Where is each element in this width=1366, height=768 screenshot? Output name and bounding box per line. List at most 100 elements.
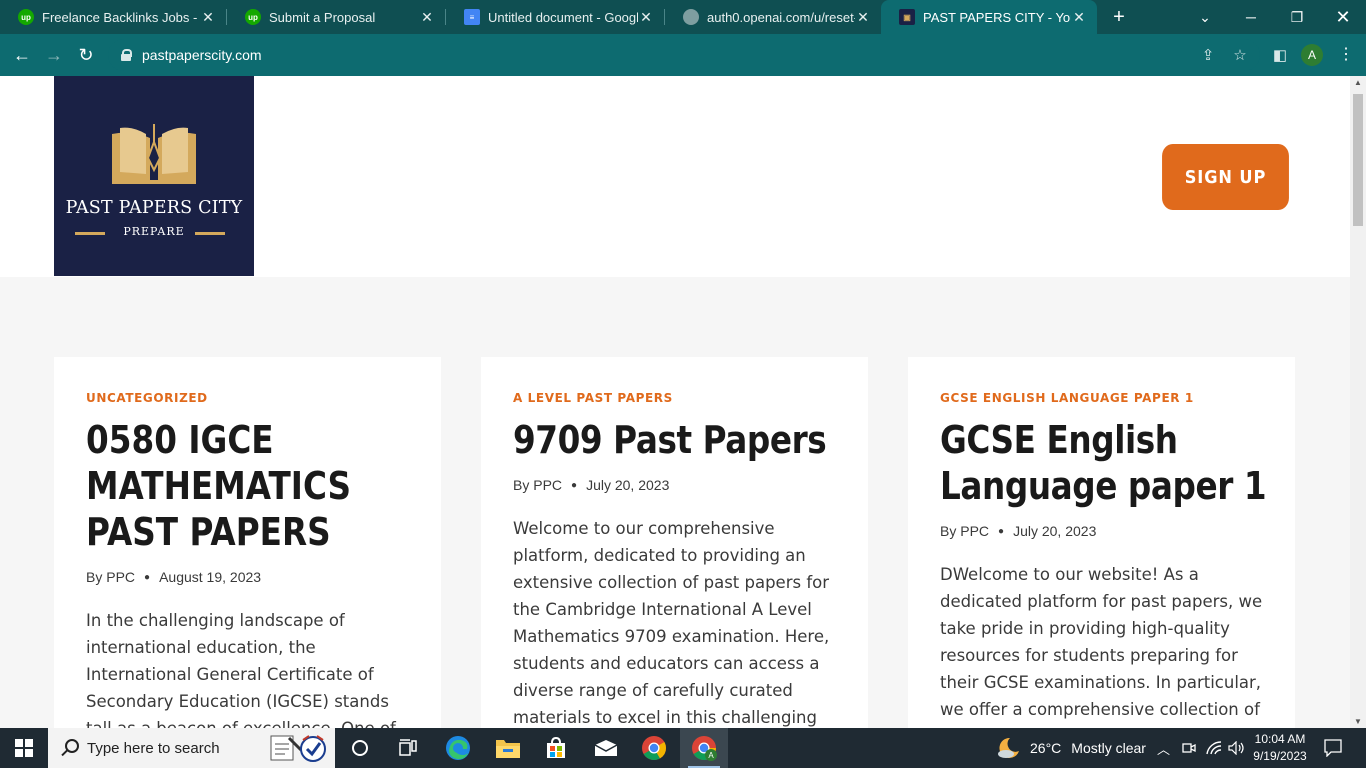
close-icon[interactable]: ✕ bbox=[200, 9, 216, 26]
edge-icon[interactable] bbox=[434, 728, 482, 768]
search-icon bbox=[60, 739, 79, 757]
clock-date: 9/19/2023 bbox=[1253, 749, 1307, 763]
post-title-link[interactable]: GCSE English Language paper 1 bbox=[940, 417, 1284, 509]
windows-taskbar: Type here to search A 26°C Mostly clear … bbox=[0, 728, 1366, 768]
tab-submit-proposal[interactable]: up Submit a Proposal ✕ bbox=[227, 0, 445, 34]
page-scrollbar[interactable]: ▲ ▼ bbox=[1350, 76, 1366, 728]
url-text[interactable]: pastpaperscity.com bbox=[142, 47, 262, 63]
tab-title: auth0.openai.com/u/reset-p bbox=[707, 9, 855, 25]
svg-text:A: A bbox=[708, 751, 714, 760]
upwork-icon: up bbox=[18, 9, 34, 25]
new-tab-button[interactable]: + bbox=[1108, 6, 1130, 28]
back-button[interactable]: ← bbox=[9, 42, 35, 68]
show-hidden-icons-icon[interactable]: ︿ bbox=[1157, 728, 1170, 768]
logo-brand-text: PAST PAPERS CITY bbox=[65, 198, 243, 218]
cortana-icon[interactable] bbox=[336, 728, 384, 768]
post-excerpt: DWelcome to our website! As a dedicated … bbox=[940, 565, 1263, 719]
bookmark-star-icon[interactable]: ☆ bbox=[1230, 45, 1250, 65]
share-icon[interactable]: ⇪ bbox=[1198, 45, 1218, 65]
meta-separator: ● bbox=[998, 525, 1005, 537]
tab-title: PAST PAPERS CITY - Your Ke bbox=[923, 9, 1071, 25]
start-button[interactable] bbox=[0, 728, 48, 768]
site-logo[interactable]: PAST PAPERS CITY PREPARE bbox=[54, 76, 254, 276]
profile-avatar[interactable]: A bbox=[1301, 44, 1323, 66]
tab-strip: up Freelance Backlinks Jobs - U ✕ up Sub… bbox=[0, 0, 1366, 34]
post-date: August 19, 2023 bbox=[159, 569, 262, 585]
close-icon[interactable]: ✕ bbox=[638, 9, 654, 26]
address-bar[interactable]: pastpaperscity.com bbox=[108, 39, 1260, 71]
browser-toolbar: ← → ↻ pastpaperscity.com ⇪ ☆ ◧ A ⋮ bbox=[0, 34, 1366, 76]
close-window-button[interactable]: ✕ bbox=[1320, 0, 1366, 34]
wifi-icon[interactable] bbox=[1206, 728, 1222, 768]
system-clock[interactable]: 10:04 AM 9/19/2023 bbox=[1244, 731, 1316, 765]
tab-google-doc[interactable]: ≡ Untitled document - Google ✕ bbox=[446, 0, 664, 34]
post-category-link[interactable]: UNCATEGORIZED bbox=[86, 391, 208, 405]
page-viewport: PAST PAPERS CITY PREPARE SIGN UP UNCATEG… bbox=[0, 76, 1366, 728]
scroll-up-arrow-icon[interactable]: ▲ bbox=[1350, 78, 1366, 87]
site-header: PAST PAPERS CITY PREPARE SIGN UP bbox=[0, 76, 1350, 277]
post-author-link[interactable]: PPC bbox=[106, 569, 135, 585]
ppc-icon: ▣ bbox=[899, 9, 915, 25]
forward-button[interactable]: → bbox=[41, 42, 67, 68]
logo-divider bbox=[195, 232, 225, 235]
sign-up-button[interactable]: SIGN UP bbox=[1162, 144, 1289, 210]
post-author-link[interactable]: PPC bbox=[533, 477, 562, 493]
moon-cloud-icon bbox=[998, 737, 1019, 758]
post-author-link[interactable]: PPC bbox=[960, 523, 989, 539]
more-menu-icon[interactable]: ⋮ bbox=[1338, 46, 1354, 66]
lock-icon[interactable] bbox=[121, 49, 132, 61]
post-date: July 20, 2023 bbox=[586, 477, 670, 493]
file-explorer-icon[interactable] bbox=[484, 728, 532, 768]
post-meta: By PPC ● July 20, 2023 bbox=[940, 523, 1096, 539]
close-icon[interactable]: ✕ bbox=[855, 9, 871, 26]
google-docs-icon: ≡ bbox=[464, 9, 480, 25]
close-icon[interactable]: ✕ bbox=[1071, 9, 1087, 26]
taskbar-search-box[interactable]: Type here to search bbox=[48, 728, 335, 768]
post-card: UNCATEGORIZED 0580 IGCE MATHEMATICS PAST… bbox=[54, 357, 441, 728]
tab-auth0-reset[interactable]: auth0.openai.com/u/reset-p ✕ bbox=[665, 0, 881, 34]
post-category-link[interactable]: A LEVEL PAST PAPERS bbox=[513, 391, 673, 405]
weather-temp: 26°C bbox=[1030, 740, 1062, 756]
close-icon[interactable]: ✕ bbox=[419, 9, 435, 26]
meet-now-icon[interactable] bbox=[1182, 728, 1196, 768]
mail-icon[interactable] bbox=[582, 728, 630, 768]
tab-search-button[interactable]: ⌄ bbox=[1182, 0, 1228, 34]
meta-separator: ● bbox=[571, 479, 578, 491]
post-category-link[interactable]: GCSE ENGLISH LANGUAGE PAPER 1 bbox=[940, 391, 1194, 405]
globe-icon bbox=[683, 9, 699, 25]
author-prefix: By bbox=[86, 569, 103, 585]
post-excerpt: In the challenging landscape of internat… bbox=[86, 611, 396, 728]
author-prefix: By bbox=[513, 477, 530, 493]
reload-button[interactable]: ↻ bbox=[73, 42, 99, 68]
store-icon[interactable] bbox=[532, 728, 580, 768]
search-highlight-icon bbox=[270, 735, 326, 762]
tab-freelance-backlinks[interactable]: up Freelance Backlinks Jobs - U ✕ bbox=[0, 0, 226, 34]
windows-logo-icon bbox=[15, 739, 33, 757]
post-title-link[interactable]: 0580 IGCE MATHEMATICS PAST PAPERS bbox=[86, 417, 361, 555]
tab-past-papers-city[interactable]: ▣ PAST PAPERS CITY - Your Ke ✕ bbox=[881, 0, 1097, 34]
clock-time: 10:04 AM bbox=[1254, 732, 1306, 746]
post-excerpt: Welcome to our comprehensive platform, d… bbox=[513, 519, 830, 727]
tab-title: Untitled document - Google bbox=[488, 9, 638, 25]
side-panel-icon[interactable]: ◧ bbox=[1270, 45, 1290, 65]
chrome-icon[interactable] bbox=[630, 728, 678, 768]
weather-widget[interactable]: 26°C Mostly clear bbox=[996, 728, 1146, 768]
post-meta: By PPC ● July 20, 2023 bbox=[513, 477, 669, 493]
chrome-profile-icon[interactable]: A bbox=[680, 728, 728, 768]
restore-button[interactable]: ❐ bbox=[1274, 0, 1320, 34]
post-card: GCSE ENGLISH LANGUAGE PAPER 1 GCSE Engli… bbox=[908, 357, 1295, 728]
task-view-icon[interactable] bbox=[384, 728, 432, 768]
weather-condition: Mostly clear bbox=[1071, 740, 1146, 756]
post-title-link[interactable]: 9709 Past Papers bbox=[513, 417, 844, 463]
search-placeholder: Type here to search bbox=[87, 739, 220, 757]
scroll-down-arrow-icon[interactable]: ▼ bbox=[1350, 717, 1366, 726]
post-meta: By PPC ● August 19, 2023 bbox=[86, 569, 261, 585]
tab-title: Freelance Backlinks Jobs - U bbox=[42, 9, 200, 25]
post-card: A LEVEL PAST PAPERS 9709 Past Papers By … bbox=[481, 357, 868, 728]
post-date: July 20, 2023 bbox=[1013, 523, 1097, 539]
minimize-button[interactable]: ─ bbox=[1228, 0, 1274, 34]
upwork-icon: up bbox=[245, 9, 261, 25]
meta-separator: ● bbox=[144, 571, 151, 583]
notification-center-icon[interactable] bbox=[1324, 728, 1342, 768]
scrollbar-thumb[interactable] bbox=[1353, 94, 1363, 226]
